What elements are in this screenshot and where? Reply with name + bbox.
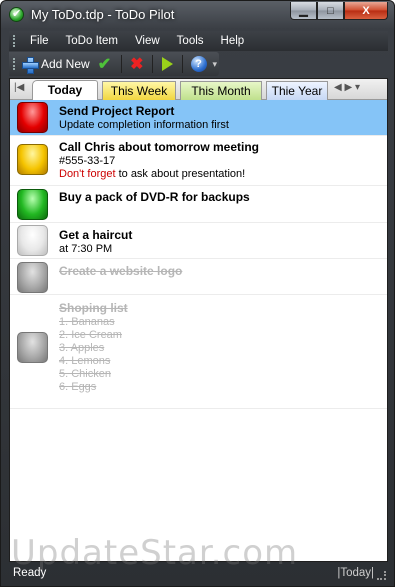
todo-item[interactable]: Call Chris about tomorrow meeting #555-3… [10,136,387,186]
help-icon[interactable]: ? [190,56,207,72]
app-window: My ToDo.tdp - ToDo Pilot ▁ □ X File ToDo… [0,0,395,587]
check-icon[interactable]: ✔ [98,54,111,74]
todo-title: Get a haircut [59,228,133,242]
toolbar: Add New ✔ ✖ ? ▾ [9,52,219,76]
tab-scroll-icon[interactable]: ◀ ▶ ▾ [334,82,360,93]
todo-title: Call Chris about tomorrow meeting [59,140,260,154]
todo-subline: 2. Ice Cream [59,329,122,341]
todo-list: Send Project Report Update completion in… [10,100,387,562]
menu-grip-icon[interactable] [13,35,16,47]
todo-item-text: Send Project Report Update completion in… [59,104,229,132]
toolbar-separator [121,55,123,73]
toolbar-grip-icon[interactable] [13,58,16,70]
toolbar-overflow-icon[interactable]: ▾ [213,59,218,70]
todo-note: at 7:30 PM [59,243,113,255]
todo-note-rest: to ask about presentation! [115,168,246,180]
status-filter: |Today| [337,567,374,579]
todo-subline: 4. Lemons [59,355,111,367]
window-title: My ToDo.tdp - ToDo Pilot [31,7,175,22]
app-logo-icon [9,7,24,22]
todo-note: Don't forget to ask about presentation! [59,168,259,181]
delete-x-icon[interactable]: ✖ [130,54,143,74]
todo-item-text: Shoping list 1. Bananas 2. Ice Cream 3. … [59,301,128,394]
todo-title: Shoping list [59,301,128,315]
main-content: |◀ Today This Week This Month Thie Year … [9,78,388,562]
tab-bar: |◀ Today This Week This Month Thie Year … [10,79,387,100]
menu-tools[interactable]: Tools [169,35,213,47]
todo-subline: 5. Chicken [59,368,111,380]
add-new-label: Add New [41,57,90,71]
todo-note: #555-33-17 [59,155,116,167]
close-button[interactable]: X [344,2,388,20]
priority-white-icon[interactable] [17,225,48,256]
todo-item[interactable]: Get a haircut at 7:30 PM [10,223,387,259]
menu-help[interactable]: Help [213,35,254,47]
tab-first-icon[interactable]: |◀ [14,82,24,93]
minimize-button[interactable]: ▁ [290,2,317,20]
maximize-button[interactable]: □ [317,2,344,20]
menu-view[interactable]: View [127,35,169,47]
priority-completed-icon[interactable] [17,262,48,293]
status-bar: Ready |Today| [9,563,388,583]
todo-note-highlight: Don't forget [59,168,116,180]
todo-subline: 6. Eggs [59,381,97,393]
todo-subline: 3. Apples [59,342,105,354]
status-text: Ready [13,567,47,579]
todo-item-text: Call Chris about tomorrow meeting #555-3… [59,140,259,181]
todo-title: Create a website logo [59,264,183,278]
todo-item-text: Buy a pack of DVD-R for backups [59,190,250,205]
toolbar-separator [181,55,183,73]
tab-this-month[interactable]: This Month [180,81,262,100]
menu-bar: File ToDo Item View Tools Help [9,31,388,51]
priority-green-icon[interactable] [17,189,48,220]
priority-completed-icon[interactable] [17,332,48,363]
menu-todo-item[interactable]: ToDo Item [58,35,127,47]
todo-title: Send Project Report [59,104,175,118]
tab-today[interactable]: Today [32,80,98,100]
todo-title: Buy a pack of DVD-R for backups [59,190,250,204]
todo-item-text: Get a haircut at 7:30 PM [59,228,132,256]
toolbar-separator [151,55,153,73]
todo-note: Update completion information first [59,119,229,131]
resize-grip-icon[interactable] [377,571,386,580]
todo-item[interactable]: Send Project Report Update completion in… [10,100,387,136]
menu-file[interactable]: File [22,35,58,47]
todo-item[interactable]: Create a website logo [10,259,387,295]
plus-icon [22,56,39,74]
tab-this-week[interactable]: This Week [102,81,176,100]
tab-this-year[interactable]: Thie Year [266,81,328,100]
todo-item[interactable]: Buy a pack of DVD-R for backups [10,186,387,223]
priority-yellow-icon[interactable] [17,144,48,175]
play-icon[interactable] [161,57,173,71]
todo-subline: 1. Bananas [59,316,115,328]
window-controls: ▁ □ X [290,2,388,20]
priority-red-icon[interactable] [17,102,48,133]
add-new-button[interactable]: Add New [22,56,90,74]
todo-item-text: Create a website logo [59,264,182,279]
todo-item[interactable]: Shoping list 1. Bananas 2. Ice Cream 3. … [10,295,387,409]
title-bar[interactable]: My ToDo.tdp - ToDo Pilot ▁ □ X [1,1,394,29]
